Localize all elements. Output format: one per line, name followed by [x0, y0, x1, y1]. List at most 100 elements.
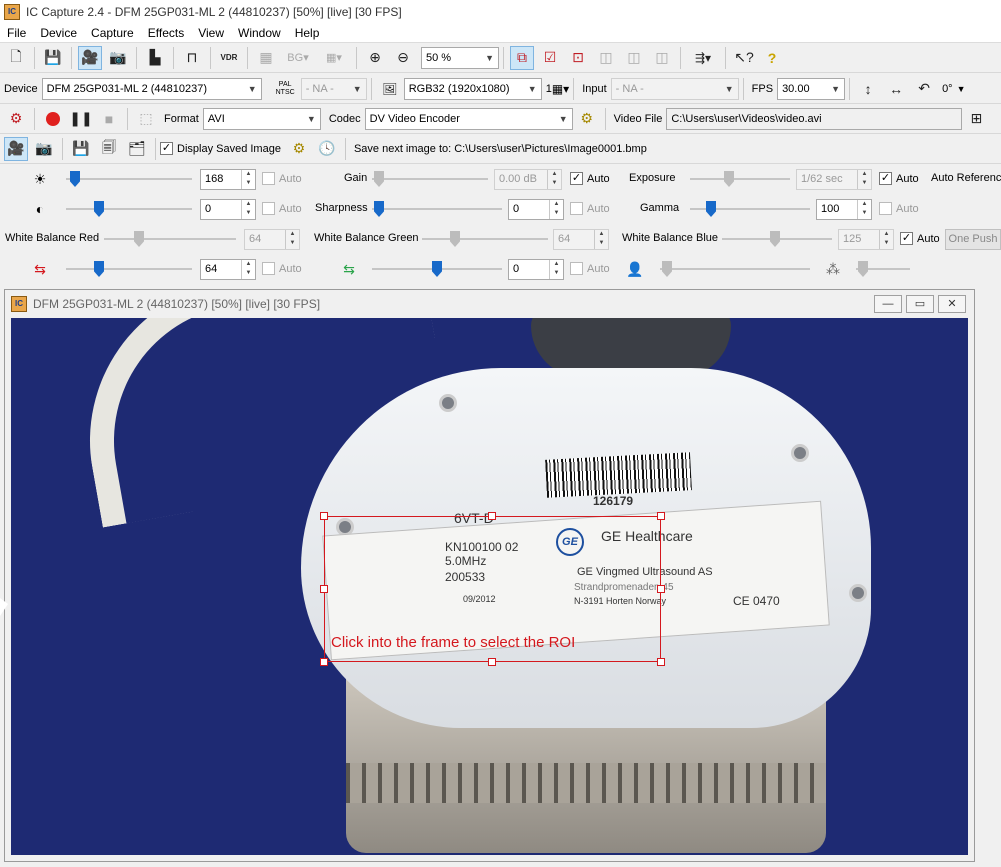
help-icon[interactable]: ?: [760, 46, 784, 70]
menu-device[interactable]: Device: [33, 23, 84, 43]
flip-horizontal-icon[interactable]: ↔: [884, 77, 908, 101]
auto-checkbox[interactable]: ✓: [570, 172, 583, 185]
rotation-chevron-icon[interactable]: ▼: [957, 84, 966, 94]
codec-select[interactable]: DV Video Encoder ▼: [364, 107, 573, 130]
save-sequence-icon[interactable]: 🗐: [97, 137, 121, 161]
contrast-slider[interactable]: [66, 201, 192, 217]
format-grid-icon[interactable]: ▦▾: [552, 82, 569, 96]
brightness-slider[interactable]: [66, 171, 192, 187]
wb-green-slider[interactable]: [422, 231, 548, 247]
slider-thumb[interactable]: [450, 231, 460, 247]
record-button[interactable]: [41, 107, 65, 131]
restore-button[interactable]: ▭: [906, 295, 934, 313]
video-format-select[interactable]: RGB32 (1920x1080) ▼: [403, 77, 542, 100]
auto-checkbox[interactable]: [570, 202, 583, 215]
roi-icon[interactable]: ⧉: [510, 45, 534, 70]
save-image-icon[interactable]: 💾: [69, 137, 93, 161]
slider-thumb[interactable]: [374, 201, 384, 217]
codec-properties-icon[interactable]: ⚙: [575, 107, 599, 131]
pause-button[interactable]: ❚❚: [69, 107, 93, 131]
gain-spinbox[interactable]: 0.00 dB ▲ ▼: [494, 169, 562, 190]
exposure-auto[interactable]: ✓ Auto: [879, 172, 919, 185]
saturation-spinbox[interactable]: 0 ▲ ▼: [508, 259, 564, 280]
capture-frame-icon[interactable]: ⬚: [134, 107, 158, 131]
denoise-slider[interactable]: [660, 261, 810, 277]
brightness-auto[interactable]: Auto: [262, 172, 302, 185]
slider-thumb[interactable]: [662, 261, 672, 277]
input-select[interactable]: - NA - ▼: [610, 77, 739, 100]
wb-red-slider[interactable]: [104, 231, 236, 247]
vdr-icon[interactable]: VDR: [217, 46, 241, 70]
minimize-button[interactable]: —: [874, 295, 902, 313]
roi-c-icon[interactable]: ◫: [650, 46, 674, 70]
slider-thumb[interactable]: [432, 261, 442, 277]
hue-auto[interactable]: Auto: [262, 262, 302, 275]
sharpness-spinbox[interactable]: 0 ▲ ▼: [508, 199, 564, 220]
roi-handle-top-left[interactable]: [320, 512, 328, 520]
roi-handle-top-right[interactable]: [657, 512, 665, 520]
roi-handle-left[interactable]: [320, 585, 328, 593]
auto-checkbox[interactable]: [262, 262, 275, 275]
roi-handle-bottom-left[interactable]: [320, 658, 328, 666]
new-file-icon[interactable]: 🗋: [4, 46, 28, 70]
menu-effects[interactable]: Effects: [141, 23, 191, 43]
stop-button[interactable]: ■: [97, 107, 121, 131]
slider-thumb[interactable]: [770, 231, 780, 247]
roi-a-icon[interactable]: ◫: [594, 46, 618, 70]
auto-checkbox[interactable]: ✓: [879, 172, 892, 185]
display-saved-checkbox[interactable]: ✓: [160, 142, 173, 155]
wb-blue-auto[interactable]: ✓ Auto: [900, 232, 940, 245]
help-context-icon[interactable]: ↖?: [732, 46, 756, 70]
auto-checkbox[interactable]: [262, 172, 275, 185]
auto-checkbox[interactable]: ✓: [900, 232, 913, 245]
auto-checkbox[interactable]: [262, 202, 275, 215]
gain-slider[interactable]: [372, 171, 488, 187]
slider-thumb[interactable]: [724, 171, 734, 187]
hue-slider[interactable]: [66, 261, 192, 277]
one-push-button[interactable]: One Push: [945, 229, 1001, 250]
roi-handle-bottom[interactable]: [488, 658, 496, 666]
wb-blue-spinbox[interactable]: 125 ▲ ▼: [838, 229, 894, 250]
histogram-icon[interactable]: ▙: [143, 46, 167, 70]
auto-checkbox[interactable]: [570, 262, 583, 275]
wb-blue-slider[interactable]: [722, 231, 832, 247]
capture-settings-icon[interactable]: ⚙: [4, 107, 28, 131]
timer-icon[interactable]: 🕓: [315, 137, 339, 161]
slider-thumb[interactable]: [134, 231, 144, 247]
camera-live-icon[interactable]: 🎥: [78, 45, 102, 70]
zoom-out-icon[interactable]: ⊖: [391, 46, 415, 70]
live-view-icon[interactable]: 🎥: [4, 136, 28, 161]
roi-center-icon[interactable]: ⊡: [566, 46, 590, 70]
slider-thumb[interactable]: [374, 171, 384, 187]
gain-auto[interactable]: ✓ Auto: [570, 172, 610, 185]
gamma-auto[interactable]: Auto: [879, 202, 919, 215]
auto-checkbox[interactable]: [879, 202, 892, 215]
saturation-auto[interactable]: Auto: [570, 262, 610, 275]
menu-file[interactable]: File: [0, 23, 33, 43]
close-button[interactable]: ✕: [938, 295, 966, 313]
exposure-spinbox[interactable]: 1/62 sec ▲ ▼: [796, 169, 872, 190]
wb-green-spinbox[interactable]: 64 ▲ ▼: [553, 229, 609, 250]
flip-vertical-icon[interactable]: ↕: [856, 77, 880, 101]
gamma-slider[interactable]: [690, 201, 810, 217]
gamma-spinbox[interactable]: 100 ▲ ▼: [816, 199, 872, 220]
snap-image-icon[interactable]: 📷: [32, 137, 56, 161]
contrast-spinbox[interactable]: 0 ▲ ▼: [200, 199, 256, 220]
fps-select[interactable]: 30.00 ▼: [777, 77, 846, 100]
roi-set-icon[interactable]: ☑: [538, 46, 562, 70]
roi-handle-top[interactable]: [488, 512, 496, 520]
video-frame[interactable]: 126179 6VT-D KN100100 02 5.0MHz 200533 0…: [11, 318, 968, 855]
device-select[interactable]: DFM 25GP031-ML 2 (44810237) ▼: [41, 77, 262, 100]
saturation-slider[interactable]: [372, 261, 502, 277]
roi-b-icon[interactable]: ◫: [622, 46, 646, 70]
slider-thumb[interactable]: [858, 261, 868, 277]
hue-spinbox[interactable]: 64 ▲ ▼: [200, 259, 256, 280]
bg-tile-icon[interactable]: ▦: [254, 46, 278, 70]
bg-button[interactable]: BG ▾: [282, 46, 314, 70]
capture-format-select[interactable]: AVI ▼: [202, 107, 321, 130]
video-norm-select[interactable]: - NA - ▼: [300, 77, 367, 100]
menu-capture[interactable]: Capture: [84, 23, 141, 43]
overlay-icon[interactable]: ▦▾: [318, 46, 350, 70]
slider-thumb[interactable]: [706, 201, 716, 217]
network-icon[interactable]: ⇶▾: [687, 46, 719, 70]
